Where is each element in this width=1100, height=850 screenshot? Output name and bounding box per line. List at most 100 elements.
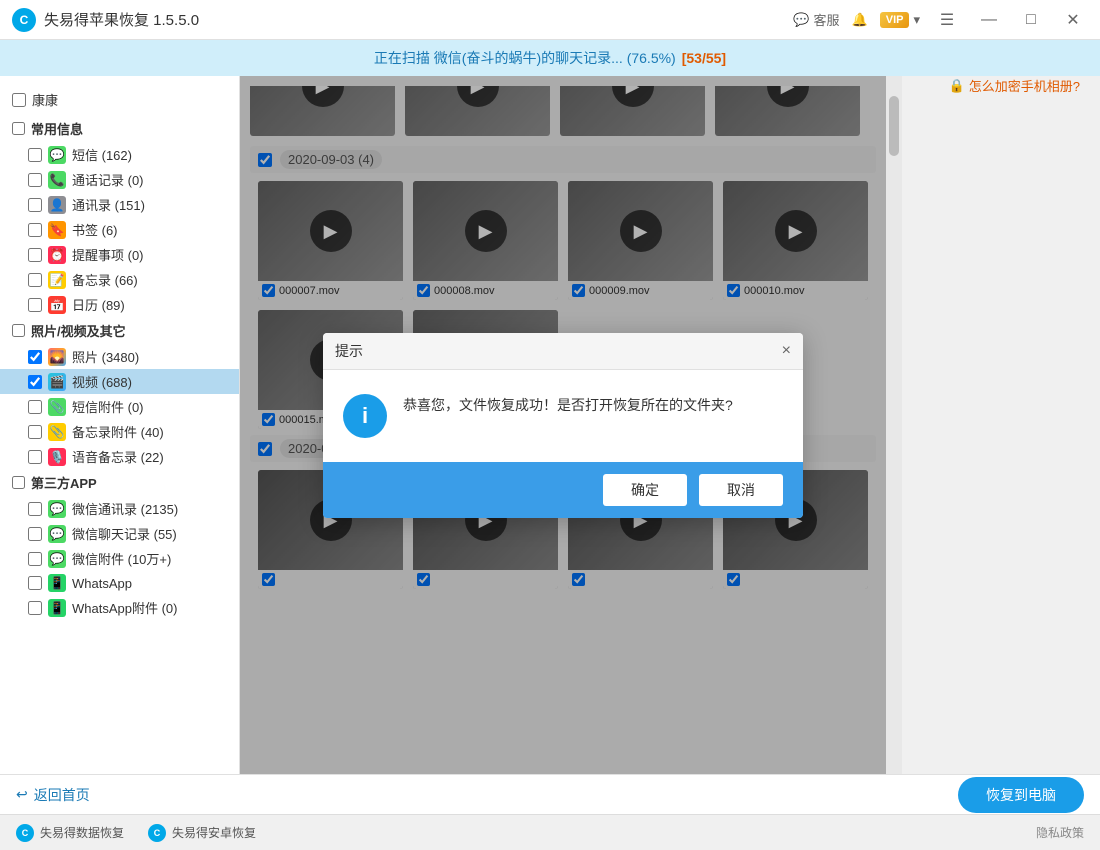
footer-item-data-recovery[interactable]: C 失易得数据恢复 — [16, 824, 124, 842]
recover-button[interactable]: 恢复到电脑 — [958, 777, 1084, 813]
calls-checkbox[interactable] — [28, 173, 42, 187]
app-logo: C — [12, 8, 36, 32]
vip-button[interactable]: VIP ▾ — [880, 12, 920, 28]
modal-footer: 确定 取消 — [323, 462, 803, 518]
voice-checkbox[interactable] — [28, 450, 42, 464]
sidebar-item-whatsapp-att[interactable]: 📱 WhatsApp附件 (0) — [0, 595, 239, 620]
section-media-checkbox[interactable] — [12, 324, 25, 337]
sidebar-item-voice[interactable]: 🎙️ 语音备忘录 (22) — [0, 444, 239, 469]
whatsapp-att-checkbox[interactable] — [28, 601, 42, 615]
reminder-icon: ⏰ — [48, 246, 66, 264]
sidebar-item-contacts[interactable]: 👤 通讯录 (151) — [0, 192, 239, 217]
scrollbar[interactable] — [886, 76, 902, 774]
sidebar: 康康 常用信息 💬 短信 (162) 📞 通话记录 (0) 👤 通讯录 (151… — [0, 76, 240, 774]
sms-att-checkbox[interactable] — [28, 400, 42, 414]
menu-button[interactable]: ☰ — [932, 5, 962, 35]
back-button[interactable]: ↩ 返回首页 — [16, 785, 90, 805]
whatsapp-att-label: WhatsApp附件 (0) — [72, 598, 177, 617]
videos-checkbox[interactable] — [28, 375, 42, 389]
progress-text: 正在扫描 微信(奋斗的蜗牛)的聊天记录... (76.5%) — [374, 48, 676, 68]
note-att-label: 备忘录附件 (40) — [72, 422, 164, 441]
videos-label: 视频 (688) — [72, 372, 132, 391]
reminders-checkbox[interactable] — [28, 248, 42, 262]
sidebar-item-sms-att[interactable]: 📎 短信附件 (0) — [0, 394, 239, 419]
section-third-checkbox[interactable] — [12, 476, 25, 489]
phone-icon: 📞 — [48, 171, 66, 189]
info-icon: i — [343, 394, 387, 438]
bookmark-icon: 🔖 — [48, 221, 66, 239]
encrypt-hint[interactable]: 🔒 怎么加密手机相册? — [949, 76, 1080, 95]
sidebar-item-photos[interactable]: 🌄 照片 (3480) — [0, 344, 239, 369]
section-media-label: 照片/视频及其它 — [31, 321, 126, 340]
section-common-checkbox[interactable] — [12, 122, 25, 135]
section-third-label: 第三方APP — [31, 473, 97, 492]
titlebar: C 失易得苹果恢复 1.5.5.0 💬 客服 🔔 VIP ▾ ☰ — □ ✕ — [0, 0, 1100, 40]
progress-count: [53/55] — [682, 50, 726, 66]
maximize-button[interactable]: □ — [1016, 5, 1046, 35]
confirm-button[interactable]: 确定 — [603, 474, 687, 506]
photo-icon: 🌄 — [48, 348, 66, 366]
note-att-checkbox[interactable] — [28, 425, 42, 439]
sidebar-item-bookmarks[interactable]: 🔖 书签 (6) — [0, 217, 239, 242]
calendar-checkbox[interactable] — [28, 298, 42, 312]
footer-item-android-recovery[interactable]: C 失易得安卓恢复 — [148, 824, 256, 842]
wechat-att-icon: 💬 — [48, 550, 66, 568]
customer-service-button[interactable]: 💬 客服 — [793, 10, 839, 29]
sidebar-item-reminders[interactable]: ⏰ 提醒事项 (0) — [0, 242, 239, 267]
photos-checkbox[interactable] — [28, 350, 42, 364]
section-header-media: 照片/视频及其它 — [0, 317, 239, 344]
sms-label: 短信 (162) — [72, 145, 132, 164]
sidebar-item-wechat-chat[interactable]: 💬 微信聊天记录 (55) — [0, 521, 239, 546]
chat-icon: 💬 — [793, 12, 809, 28]
wechat-att-checkbox[interactable] — [28, 552, 42, 566]
privacy-link[interactable]: 隐私政策 — [1036, 824, 1084, 841]
modal-close-button[interactable]: × — [782, 342, 791, 360]
sidebar-item-calls[interactable]: 📞 通话记录 (0) — [0, 167, 239, 192]
sidebar-item-note-att[interactable]: 📎 备忘录附件 (40) — [0, 419, 239, 444]
bookmarks-checkbox[interactable] — [28, 223, 42, 237]
sidebar-root[interactable]: 康康 — [0, 84, 239, 115]
sms-icon: 💬 — [48, 146, 66, 164]
voice-icon: 🎙️ — [48, 448, 66, 466]
section-header-common: 常用信息 — [0, 115, 239, 142]
progress-bar: 正在扫描 微信(奋斗的蜗牛)的聊天记录... (76.5%) [53/55] — [0, 40, 1100, 76]
wechat-chat-label: 微信聊天记录 (55) — [72, 524, 177, 543]
sms-checkbox[interactable] — [28, 148, 42, 162]
cancel-button[interactable]: 取消 — [699, 474, 783, 506]
sidebar-item-whatsapp[interactable]: 📱 WhatsApp — [0, 571, 239, 595]
modal-message: 恭喜您，文件恢复成功！是否打开恢复所在的文件夹? — [403, 394, 783, 416]
notes-icon: 📝 — [48, 271, 66, 289]
success-modal: 提示 × i 恭喜您，文件恢复成功！是否打开恢复所在的文件夹? 确定 取消 — [323, 333, 803, 518]
sidebar-item-wechat-contacts[interactable]: 💬 微信通讯录 (2135) — [0, 496, 239, 521]
whatsapp-checkbox[interactable] — [28, 576, 42, 590]
modal-title: 提示 — [335, 341, 363, 361]
scrollbar-thumb[interactable] — [889, 96, 899, 156]
sms-att-label: 短信附件 (0) — [72, 397, 144, 416]
contacts-label: 通讯录 (151) — [72, 195, 145, 214]
sms-att-icon: 📎 — [48, 398, 66, 416]
wechat-chat-checkbox[interactable] — [28, 527, 42, 541]
section-common-label: 常用信息 — [31, 119, 83, 138]
notes-checkbox[interactable] — [28, 273, 42, 287]
modal-overlay: 提示 × i 恭喜您，文件恢复成功！是否打开恢复所在的文件夹? 确定 取消 — [240, 76, 886, 774]
minimize-button[interactable]: — — [974, 5, 1004, 35]
close-button[interactable]: ✕ — [1058, 5, 1088, 35]
sidebar-item-sms[interactable]: 💬 短信 (162) — [0, 142, 239, 167]
sidebar-item-wechat-att[interactable]: 💬 微信附件 (10万+) — [0, 546, 239, 571]
sidebar-item-videos[interactable]: 🎬 视频 (688) — [0, 369, 239, 394]
notification-button[interactable]: 🔔 — [852, 12, 868, 28]
sidebar-item-calendar[interactable]: 📅 日历 (89) — [0, 292, 239, 317]
root-checkbox[interactable] — [12, 93, 26, 107]
footer: C 失易得数据恢复 C 失易得安卓恢复 隐私政策 — [0, 814, 1100, 850]
content-area: ▶ 000007.mov ▶ — [240, 76, 886, 774]
footer-label-2: 失易得安卓恢复 — [172, 824, 256, 841]
reminders-label: 提醒事项 (0) — [72, 245, 144, 264]
modal-body: i 恭喜您，文件恢复成功！是否打开恢复所在的文件夹? — [323, 370, 803, 462]
contacts-checkbox[interactable] — [28, 198, 42, 212]
wechat-contacts-checkbox[interactable] — [28, 502, 42, 516]
root-label: 康康 — [32, 90, 58, 109]
bottom-bar: ↩ 返回首页 恢复到电脑 — [0, 774, 1100, 814]
main-layout: 康康 常用信息 💬 短信 (162) 📞 通话记录 (0) 👤 通讯录 (151… — [0, 76, 1100, 774]
sidebar-item-notes[interactable]: 📝 备忘录 (66) — [0, 267, 239, 292]
vip-badge: VIP — [880, 12, 910, 28]
